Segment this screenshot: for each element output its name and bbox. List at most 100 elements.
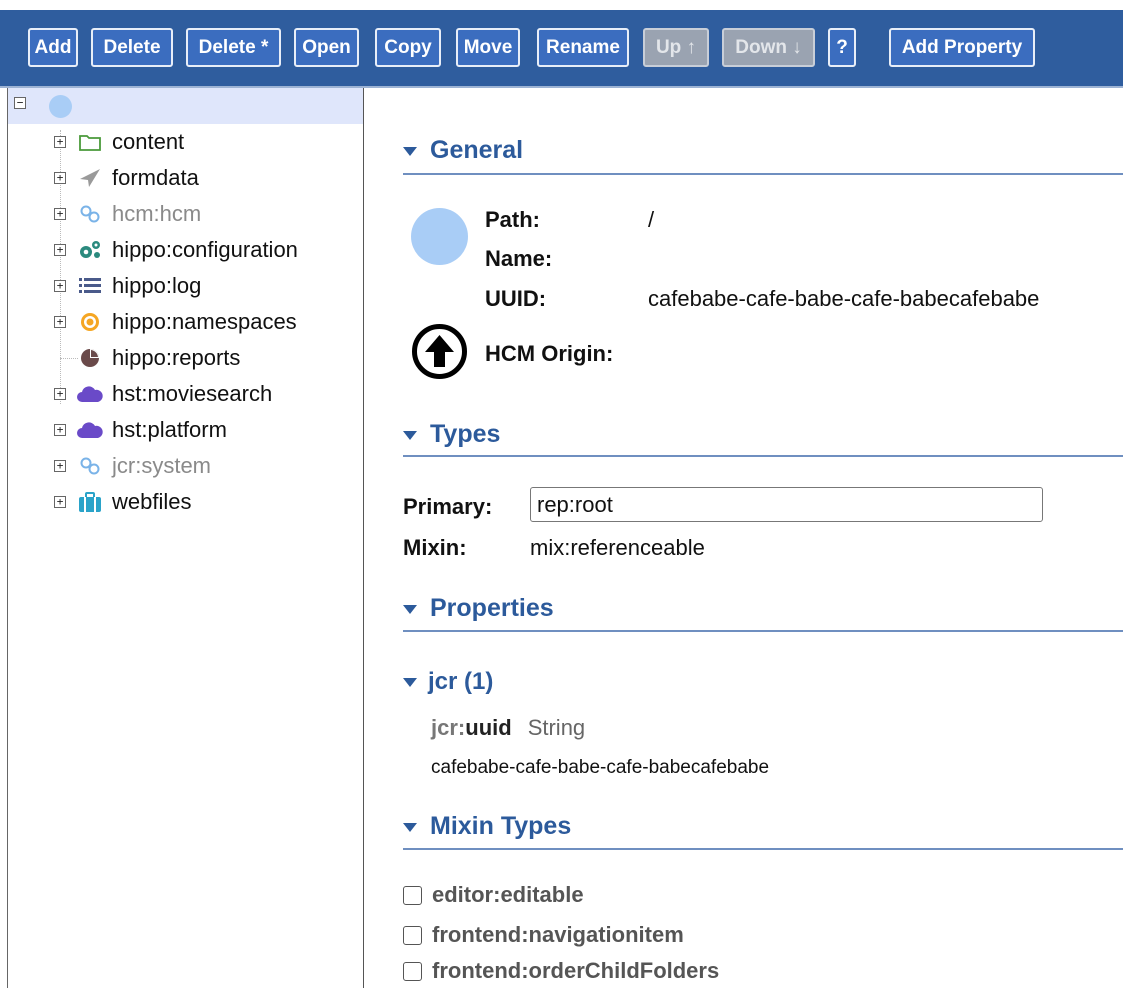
section-divider [403,630,1123,632]
move-down-button[interactable]: Down ↓ [722,28,815,67]
arrow-up-circle-icon [412,324,467,379]
expand-toggle-icon[interactable]: + [54,172,66,184]
tree-item-jcr-system[interactable]: jcr:system [76,451,211,481]
cloud-icon [76,418,104,442]
collapse-triangle-icon [403,677,417,687]
link-icon [76,202,104,226]
pie-chart-icon [76,346,104,370]
help-button[interactable]: ? [828,28,856,67]
section-title: Properties [430,593,554,622]
tree-item-formdata[interactable]: formdata [76,163,199,193]
list-icon [76,274,104,298]
add-property-button[interactable]: Add Property [889,28,1035,67]
link-icon [76,454,104,478]
tree-item-label: hst:platform [112,417,227,442]
tree-item-hippo-namespaces[interactable]: hippo:namespaces [76,307,297,337]
delete-button[interactable]: Delete [91,28,173,67]
cloud-icon [76,382,104,406]
expand-toggle-icon[interactable]: + [54,280,66,292]
property-value: cafebabe-cafe-babe-cafe-babecafebabe [431,757,770,778]
tree-item-hippo-configuration[interactable]: hippo:configuration [76,235,298,265]
delete-recursive-button[interactable]: Delete * [186,28,281,67]
name-label: Name: [485,246,553,271]
mixin-label: Mixin: [403,535,467,560]
collapse-triangle-icon [403,604,417,614]
path-value: / [648,207,655,232]
tree-item-label: hippo:reports [112,345,241,370]
add-button[interactable]: Add [28,28,78,67]
rename-button[interactable]: Rename [537,28,629,67]
expand-toggle-icon[interactable]: + [54,316,66,328]
node-icon [411,208,468,265]
tree-item-hippo-reports[interactable]: hippo:reports [76,343,240,373]
property-type: String [527,715,586,740]
section-mixin-types[interactable]: Mixin Types [403,806,571,846]
section-title: Types [430,419,501,448]
move-up-button[interactable]: Up ↑ [643,28,709,67]
expand-toggle-icon[interactable]: + [54,424,66,436]
collapse-triangle-icon [403,430,417,440]
property-name: jcr:uuid String [431,715,585,741]
tree-item-webfiles[interactable]: webfiles [76,487,191,517]
tree-item-hippo-log[interactable]: hippo:log [76,271,201,301]
toolbar-top-strip [0,0,1123,10]
folder-icon [76,130,104,154]
move-button[interactable]: Move [456,28,520,67]
tree-item-label: hippo:namespaces [112,309,297,334]
suitcase-icon [76,490,104,514]
tree-item-hst-moviesearch[interactable]: hst:moviesearch [76,379,272,409]
tree-item-label: webfiles [112,489,192,514]
mixin-option-label: frontend:navigationitem [432,922,684,947]
collapse-toggle-icon[interactable]: − [14,97,26,109]
expand-toggle-icon[interactable]: + [54,496,66,508]
hcm-origin-label: HCM Origin: [485,341,614,366]
checkbox[interactable] [403,925,422,945]
mixin-option-frontend-orderchildfolders[interactable]: frontend:orderChildFolders [403,956,719,986]
tree-item-label: hcm:hcm [112,201,202,226]
tree-item-label: jcr:system [112,453,211,478]
node-details-panel: General Path: / Name: UUID: cafebabe-caf… [365,88,1123,988]
tree-item-content[interactable]: content [76,127,184,157]
section-title: General [430,135,524,164]
tree-item-label: content [112,129,185,154]
section-properties[interactable]: Properties [403,588,554,628]
expand-toggle-icon[interactable]: + [54,244,66,256]
tree-item-label: hippo:configuration [112,237,298,262]
mixin-value: mix:referenceable [530,535,705,560]
tree-item-label: hippo:log [112,273,202,298]
tree-item-label: formdata [112,165,199,190]
copy-button[interactable]: Copy [375,28,441,67]
tree-item-hcm-hcm[interactable]: hcm:hcm [76,199,201,229]
target-icon [76,310,104,334]
uuid-label: UUID: [485,286,547,311]
section-types[interactable]: Types [403,414,500,454]
path-label: Path: [485,207,540,232]
mixin-option-editor-editable[interactable]: editor:editable [403,880,584,910]
section-title: Mixin Types [430,811,572,840]
open-button[interactable]: Open [294,28,359,67]
expand-toggle-icon[interactable]: + [54,136,66,148]
mixin-option-frontend-navigationitem[interactable]: frontend:navigationitem [403,920,684,950]
section-general[interactable]: General [403,130,523,170]
property-group-jcr[interactable]: jcr (1) [403,665,493,699]
checkbox[interactable] [403,961,422,981]
mixin-option-label: editor:editable [432,882,584,907]
primary-type-label: Primary: [403,494,493,519]
tree-item-hst-platform[interactable]: hst:platform [76,415,227,445]
paper-plane-icon [76,166,104,190]
collapse-triangle-icon [403,822,417,832]
expand-toggle-icon[interactable]: + [54,388,66,400]
gears-icon [76,238,104,262]
section-divider [403,173,1123,175]
uuid-value: cafebabe-cafe-babe-cafe-babecafebabe [648,286,1040,311]
tree-item-label: hst:moviesearch [112,381,273,406]
property-local-name: uuid [465,715,512,740]
section-divider [403,848,1123,850]
expand-toggle-icon[interactable]: + [54,208,66,220]
checkbox[interactable] [403,885,422,905]
primary-type-input[interactable] [530,487,1043,522]
root-node-icon [49,95,72,118]
node-tree-panel: − + content + formdata + hcm:hcm + hippo… [7,88,364,988]
expand-toggle-icon[interactable]: + [54,460,66,472]
tree-root-node[interactable]: − [8,88,363,124]
